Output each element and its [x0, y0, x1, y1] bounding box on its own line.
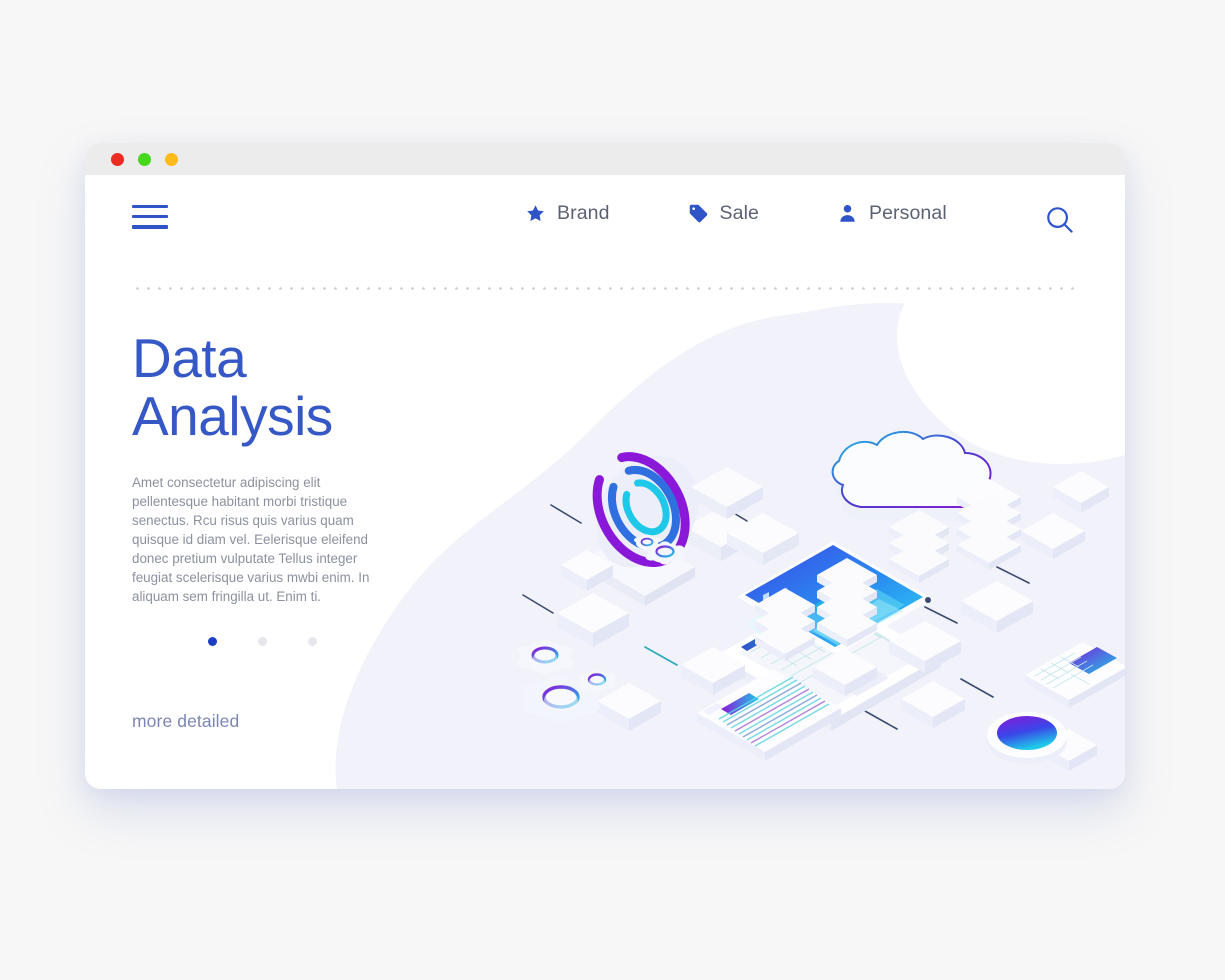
gear-icon	[517, 640, 573, 674]
pagination-dot-3[interactable]	[308, 636, 317, 646]
floating-cube	[1021, 513, 1085, 559]
hero-paragraph: Amet consectetur adipiscing elit pellent…	[132, 474, 370, 604]
page-content: Brand Sale Personal Data Analysis Amet c…	[85, 175, 1125, 789]
browser-titlebar	[85, 143, 1125, 175]
floating-cube	[1053, 471, 1109, 513]
hamburger-line	[132, 205, 168, 209]
nav-item-label: Sale	[719, 202, 759, 224]
star-icon	[525, 203, 546, 224]
floating-cube	[557, 593, 629, 647]
window-minimize-button[interactable]	[138, 152, 151, 166]
hero-section: Data Analysis Amet consectetur adipiscin…	[132, 327, 452, 646]
server-stack	[957, 479, 1021, 570]
nav-item-sale[interactable]: Sale	[688, 202, 759, 225]
floating-cube	[901, 681, 965, 728]
nav-item-personal[interactable]: Personal	[837, 202, 947, 225]
person-icon	[837, 203, 858, 224]
tag-icon	[688, 203, 709, 224]
hamburger-line	[132, 225, 168, 229]
magnifying-glass	[987, 712, 1097, 771]
nav-item-label: Personal	[868, 202, 947, 224]
window-maximize-button[interactable]	[165, 152, 178, 166]
hamburger-icon[interactable]	[132, 205, 168, 230]
window-close-button[interactable]	[111, 152, 124, 166]
floating-cube	[961, 581, 1033, 633]
carousel-pagination	[208, 636, 452, 646]
calculator	[1025, 642, 1125, 708]
page-title: Data Analysis	[132, 327, 333, 447]
browser-window: Brand Sale Personal Data Analysis Amet c…	[85, 143, 1125, 789]
top-navigation: Brand Sale Personal	[85, 175, 1125, 267]
floating-cube	[597, 683, 661, 731]
more-detailed-link[interactable]: more detailed	[132, 711, 239, 732]
nav-item-label: Brand	[557, 202, 610, 224]
server-stack	[817, 558, 877, 647]
pagination-dot-1[interactable]	[208, 636, 217, 646]
search-icon[interactable]	[1043, 203, 1077, 242]
pagination-dot-2[interactable]	[258, 636, 267, 646]
hamburger-line	[132, 215, 168, 219]
nav-item-list: Brand Sale Personal	[525, 202, 1025, 225]
floating-cube	[691, 467, 763, 519]
nav-item-brand[interactable]: Brand	[525, 202, 610, 225]
hero-illustration	[517, 430, 1125, 771]
